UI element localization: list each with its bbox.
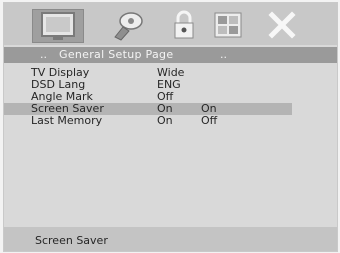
status-bar: Screen Saver [4,227,337,251]
setting-option[interactable]: Off [201,115,217,127]
setting-row-last-memory[interactable]: Last Memory On Off [4,115,337,127]
preference-icon[interactable] [209,9,247,41]
settings-menu: TV Display Wide DSD Lang ENG Angle Mark … [4,67,337,127]
page-title-bar: .. General Setup Page .. [4,47,337,63]
page-title: General Setup Page [59,48,174,61]
exit-icon[interactable] [264,9,300,41]
status-text: Screen Saver [35,234,108,247]
page-left-arrow[interactable]: .. [40,47,47,63]
general-setup-icon[interactable] [32,9,84,43]
lock-icon[interactable] [169,9,199,41]
setup-menu-panel: .. General Setup Page .. TV Display Wide… [3,2,338,252]
page-right-arrow[interactable]: .. [220,47,227,63]
setup-icon-bar [4,3,337,45]
audio-setup-icon[interactable] [109,9,149,41]
setting-label: Last Memory [31,114,103,127]
setting-value: On [157,114,173,127]
